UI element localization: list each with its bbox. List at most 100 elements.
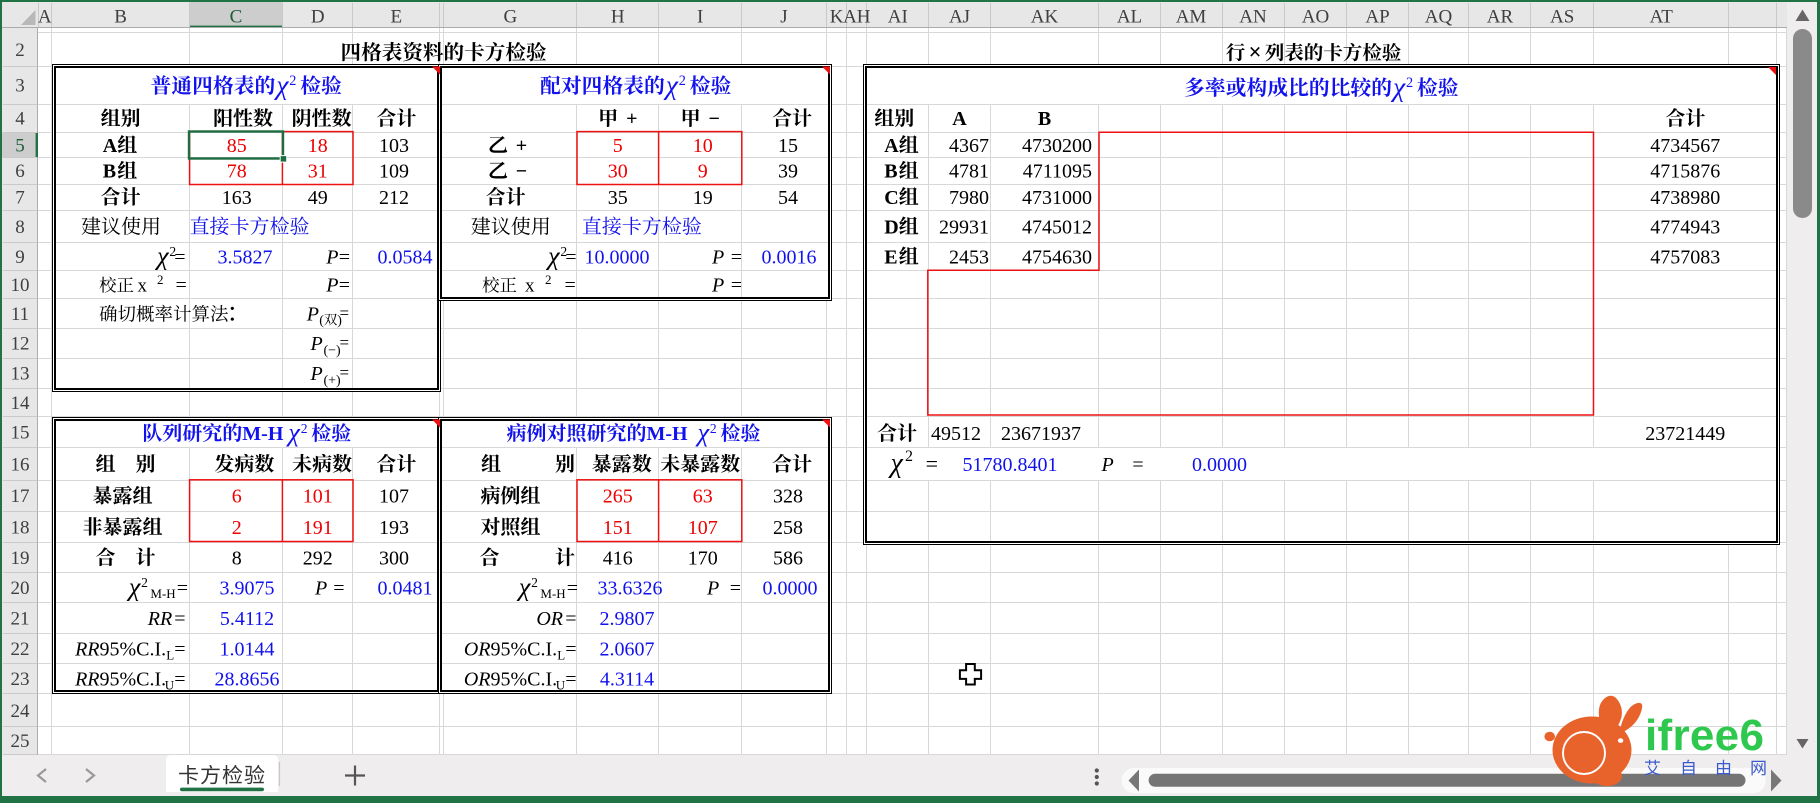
svg-text:23: 23 bbox=[11, 669, 30, 690]
svg-text:M-H: M-H bbox=[647, 423, 689, 445]
svg-text:0.0584: 0.0584 bbox=[378, 246, 433, 268]
svg-text:=: = bbox=[333, 577, 344, 599]
svg-text:101: 101 bbox=[303, 486, 333, 508]
svg-text:9: 9 bbox=[698, 161, 708, 183]
svg-text:2: 2 bbox=[301, 421, 308, 436]
svg-text:L: L bbox=[557, 648, 565, 663]
svg-text:2: 2 bbox=[531, 575, 538, 590]
svg-text:11: 11 bbox=[11, 304, 29, 325]
svg-text:95%C.I.: 95%C.I. bbox=[491, 639, 558, 661]
svg-text:2: 2 bbox=[679, 73, 686, 89]
svg-text:193: 193 bbox=[379, 517, 409, 539]
svg-text:191: 191 bbox=[303, 517, 333, 539]
svg-text:=: = bbox=[174, 639, 185, 661]
svg-text:265: 265 bbox=[603, 486, 633, 508]
svg-text:A: A bbox=[103, 135, 118, 157]
svg-text:4715876: 4715876 bbox=[1650, 161, 1720, 183]
svg-text:U: U bbox=[556, 678, 566, 693]
svg-text:7: 7 bbox=[15, 187, 25, 208]
svg-text:AL: AL bbox=[1117, 7, 1142, 28]
svg-text:95%C.I.: 95%C.I. bbox=[100, 639, 167, 661]
svg-text:2: 2 bbox=[289, 73, 296, 89]
svg-text:=: = bbox=[340, 303, 350, 322]
svg-text:2.9807: 2.9807 bbox=[600, 608, 655, 630]
svg-text:AQ: AQ bbox=[1425, 7, 1453, 28]
svg-text:=: = bbox=[1132, 454, 1143, 476]
svg-text:2: 2 bbox=[710, 421, 717, 436]
svg-text:：: ： bbox=[227, 301, 249, 325]
svg-text:AO: AO bbox=[1302, 7, 1329, 28]
svg-text:4731000: 4731000 bbox=[1022, 187, 1092, 209]
svg-text:χ: χ bbox=[545, 240, 561, 270]
svg-text:4367: 4367 bbox=[949, 135, 989, 157]
svg-text:2: 2 bbox=[169, 244, 176, 259]
svg-text:19: 19 bbox=[693, 187, 713, 209]
svg-text:J: J bbox=[780, 7, 787, 28]
svg-text:163: 163 bbox=[222, 187, 252, 209]
svg-text:4774943: 4774943 bbox=[1650, 216, 1720, 238]
svg-text:P: P bbox=[711, 246, 724, 268]
svg-text:ifree6: ifree6 bbox=[1645, 711, 1764, 760]
svg-text:B: B bbox=[1038, 108, 1051, 130]
svg-text:16: 16 bbox=[11, 454, 30, 475]
svg-text:95%C.I.: 95%C.I. bbox=[491, 669, 558, 691]
svg-text:13: 13 bbox=[11, 364, 30, 385]
svg-text:OR: OR bbox=[464, 669, 491, 691]
svg-text:17: 17 bbox=[11, 486, 30, 507]
svg-text:0.0481: 0.0481 bbox=[378, 577, 433, 599]
svg-text:=: = bbox=[340, 333, 350, 352]
svg-text:151: 151 bbox=[603, 517, 633, 539]
svg-text:K: K bbox=[830, 7, 844, 28]
svg-text:AS: AS bbox=[1550, 7, 1574, 28]
svg-text:=: = bbox=[730, 577, 741, 599]
svg-text:x: x bbox=[525, 275, 535, 296]
svg-text:29931: 29931 bbox=[939, 216, 989, 238]
svg-text:=: = bbox=[340, 363, 350, 382]
svg-text:G: G bbox=[504, 7, 518, 28]
svg-text:0.0000: 0.0000 bbox=[1192, 454, 1247, 476]
svg-text:χ: χ bbox=[154, 240, 170, 270]
svg-text:49: 49 bbox=[308, 187, 328, 209]
svg-text:170: 170 bbox=[688, 547, 718, 569]
svg-text:=: = bbox=[567, 577, 578, 599]
svg-text:=: = bbox=[177, 577, 188, 599]
svg-text:χ: χ bbox=[663, 69, 679, 100]
svg-text:2453: 2453 bbox=[949, 246, 989, 268]
svg-text:6: 6 bbox=[232, 486, 242, 508]
svg-text:M-H: M-H bbox=[150, 586, 175, 601]
svg-text:10: 10 bbox=[693, 135, 713, 157]
svg-text:4738980: 4738980 bbox=[1650, 187, 1720, 209]
svg-text:B: B bbox=[884, 161, 897, 183]
svg-text:20: 20 bbox=[11, 578, 30, 599]
svg-text:AI: AI bbox=[888, 7, 908, 28]
svg-text:18: 18 bbox=[11, 517, 30, 538]
svg-text:103: 103 bbox=[379, 135, 409, 157]
svg-text:22: 22 bbox=[11, 639, 30, 660]
svg-text:3.5827: 3.5827 bbox=[218, 246, 273, 268]
svg-text:P: P bbox=[310, 363, 323, 385]
svg-text:14: 14 bbox=[11, 393, 31, 414]
svg-text:23721449: 23721449 bbox=[1645, 423, 1725, 445]
svg-text:4754630: 4754630 bbox=[1022, 246, 1092, 268]
svg-text:4.3114: 4.3114 bbox=[600, 669, 654, 691]
svg-text:AP: AP bbox=[1365, 7, 1389, 28]
svg-text:P: P bbox=[325, 274, 338, 296]
svg-text:4745012: 4745012 bbox=[1022, 216, 1092, 238]
svg-text:P: P bbox=[314, 577, 327, 599]
svg-text:7980: 7980 bbox=[949, 187, 989, 209]
svg-text:AJ: AJ bbox=[949, 7, 970, 28]
svg-text:2: 2 bbox=[545, 272, 552, 287]
svg-text:258: 258 bbox=[773, 517, 803, 539]
svg-text:8: 8 bbox=[15, 217, 25, 238]
svg-text:63: 63 bbox=[693, 486, 713, 508]
svg-text:35: 35 bbox=[608, 187, 628, 209]
svg-text:χ: χ bbox=[888, 448, 904, 479]
svg-text:=: = bbox=[731, 246, 742, 268]
svg-text:C: C bbox=[230, 7, 243, 28]
svg-text:292: 292 bbox=[303, 547, 333, 569]
svg-text:H: H bbox=[611, 7, 625, 28]
svg-text:=: = bbox=[565, 274, 576, 296]
svg-text:A: A bbox=[952, 108, 967, 130]
svg-text:AT: AT bbox=[1650, 7, 1674, 28]
svg-text:0.0016: 0.0016 bbox=[762, 246, 817, 268]
